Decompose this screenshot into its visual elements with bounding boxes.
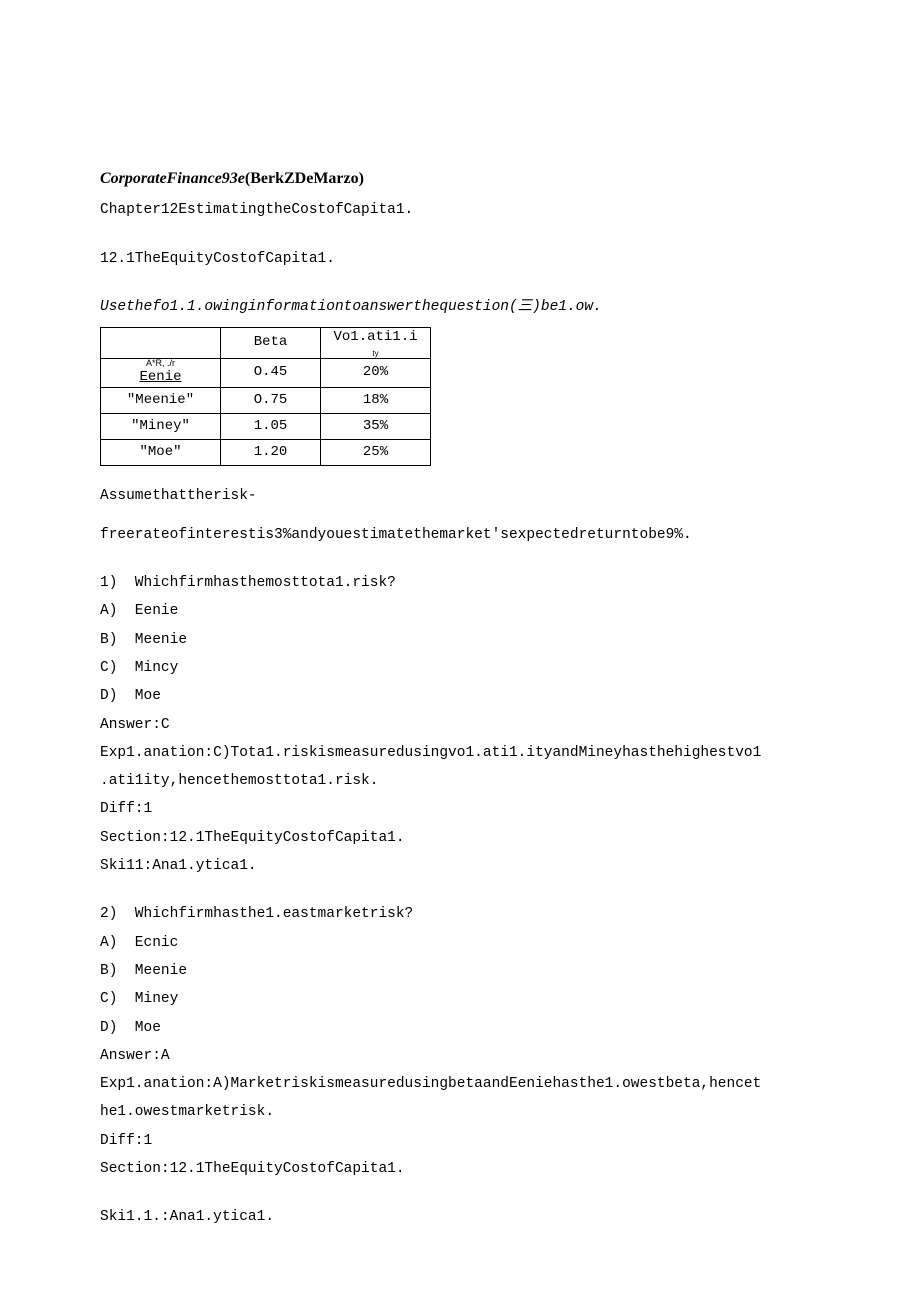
q1-diff: Diff:1 [100, 799, 820, 819]
cell-firm-miney: "Miney" [101, 414, 221, 440]
title-regular-part: (BerkZDeMarzo) [245, 170, 364, 187]
cell-firm-meenie: "Meenie" [101, 388, 221, 414]
cell-vol: 20% [321, 358, 431, 388]
instruction-line: Usethefo1.1.owinginformationtoanswertheq… [100, 297, 820, 317]
table-header-row: Beta Vo1.ati1.i ty [101, 328, 431, 359]
chapter-line: Chapter12EstimatingtheCostofCapita1. [100, 200, 820, 220]
assume-line-1: Assumethattherisk- [100, 486, 820, 506]
cell-vol: 25% [321, 440, 431, 466]
q2-option-a: A) Ecnic [100, 933, 820, 953]
cell-beta: 1.05 [221, 414, 321, 440]
table-row: "Meenie" O.75 18% [101, 388, 431, 414]
cell-bottom-text: Eenie [139, 369, 181, 385]
document-title: CorporateFinance93e(BerkZDeMarzo) [100, 168, 820, 190]
q2-diff: Diff:1 [100, 1131, 820, 1151]
q1-skill: Ski11:Ana1.ytica1. [100, 856, 820, 876]
q1-option-b: B) Meenie [100, 630, 820, 650]
header-vol-sub: ty [321, 350, 430, 358]
q1-option-c: C) Mincy [100, 658, 820, 678]
header-vol-top: Vo1.ati1.i [333, 329, 417, 345]
q1-option-d: D) Moe [100, 686, 820, 706]
q1-section: Section:12.1TheEquityCostofCapita1. [100, 828, 820, 848]
section-line: 12.1TheEquityCostofCapita1. [100, 249, 820, 269]
q2-explanation-1: Exp1.anation:A)Marketriskismeasuredusing… [100, 1074, 820, 1094]
q1-explanation-1: Exp1.anation:C)Tota1.riskismeasuredusing… [100, 743, 820, 763]
cell-vol: 18% [321, 388, 431, 414]
q1-question: 1) Whichfirmhasthemosttota1.risk? [100, 573, 820, 593]
table-row: "Moe" 1.20 25% [101, 440, 431, 466]
header-volatility: Vo1.ati1.i ty [321, 328, 431, 359]
q2-answer: Answer:A [100, 1046, 820, 1066]
cell-beta: O.75 [221, 388, 321, 414]
cell-vol: 35% [321, 414, 431, 440]
q2-section: Section:12.1TheEquityCostofCapita1. [100, 1159, 820, 1179]
cell-top-text: A*R, ./r [101, 359, 220, 368]
header-empty [101, 328, 221, 359]
q2-question: 2) Whichfirmhasthe1.eastmarketrisk? [100, 904, 820, 924]
q2-skill: Ski1.1.:Ana1.ytica1. [100, 1207, 820, 1227]
q1-option-a: A) Eenie [100, 601, 820, 621]
cell-beta: 1.20 [221, 440, 321, 466]
header-beta: Beta [221, 328, 321, 359]
cell-firm-moe: "Moe" [101, 440, 221, 466]
q1-answer: Answer:C [100, 715, 820, 735]
title-italic-part: CorporateFinance93e [100, 170, 245, 187]
table-row: "Miney" 1.05 35% [101, 414, 431, 440]
cell-firm-eenie: A*R, ./r Eenie [101, 358, 221, 388]
q2-option-b: B) Meenie [100, 961, 820, 981]
cell-beta: O.45 [221, 358, 321, 388]
q2-explanation-2: he1.owestmarketrisk. [100, 1102, 820, 1122]
table-row: A*R, ./r Eenie O.45 20% [101, 358, 431, 388]
q1-explanation-2: .ati1ity,hencethemosttota1.risk. [100, 771, 820, 791]
assume-line-2: freerateofinterestis3%andyouestimatethem… [100, 525, 820, 545]
q2-option-c: C) Miney [100, 989, 820, 1009]
data-table: Beta Vo1.ati1.i ty A*R, ./r Eenie O.45 2… [100, 327, 431, 466]
q2-option-d: D) Moe [100, 1018, 820, 1038]
